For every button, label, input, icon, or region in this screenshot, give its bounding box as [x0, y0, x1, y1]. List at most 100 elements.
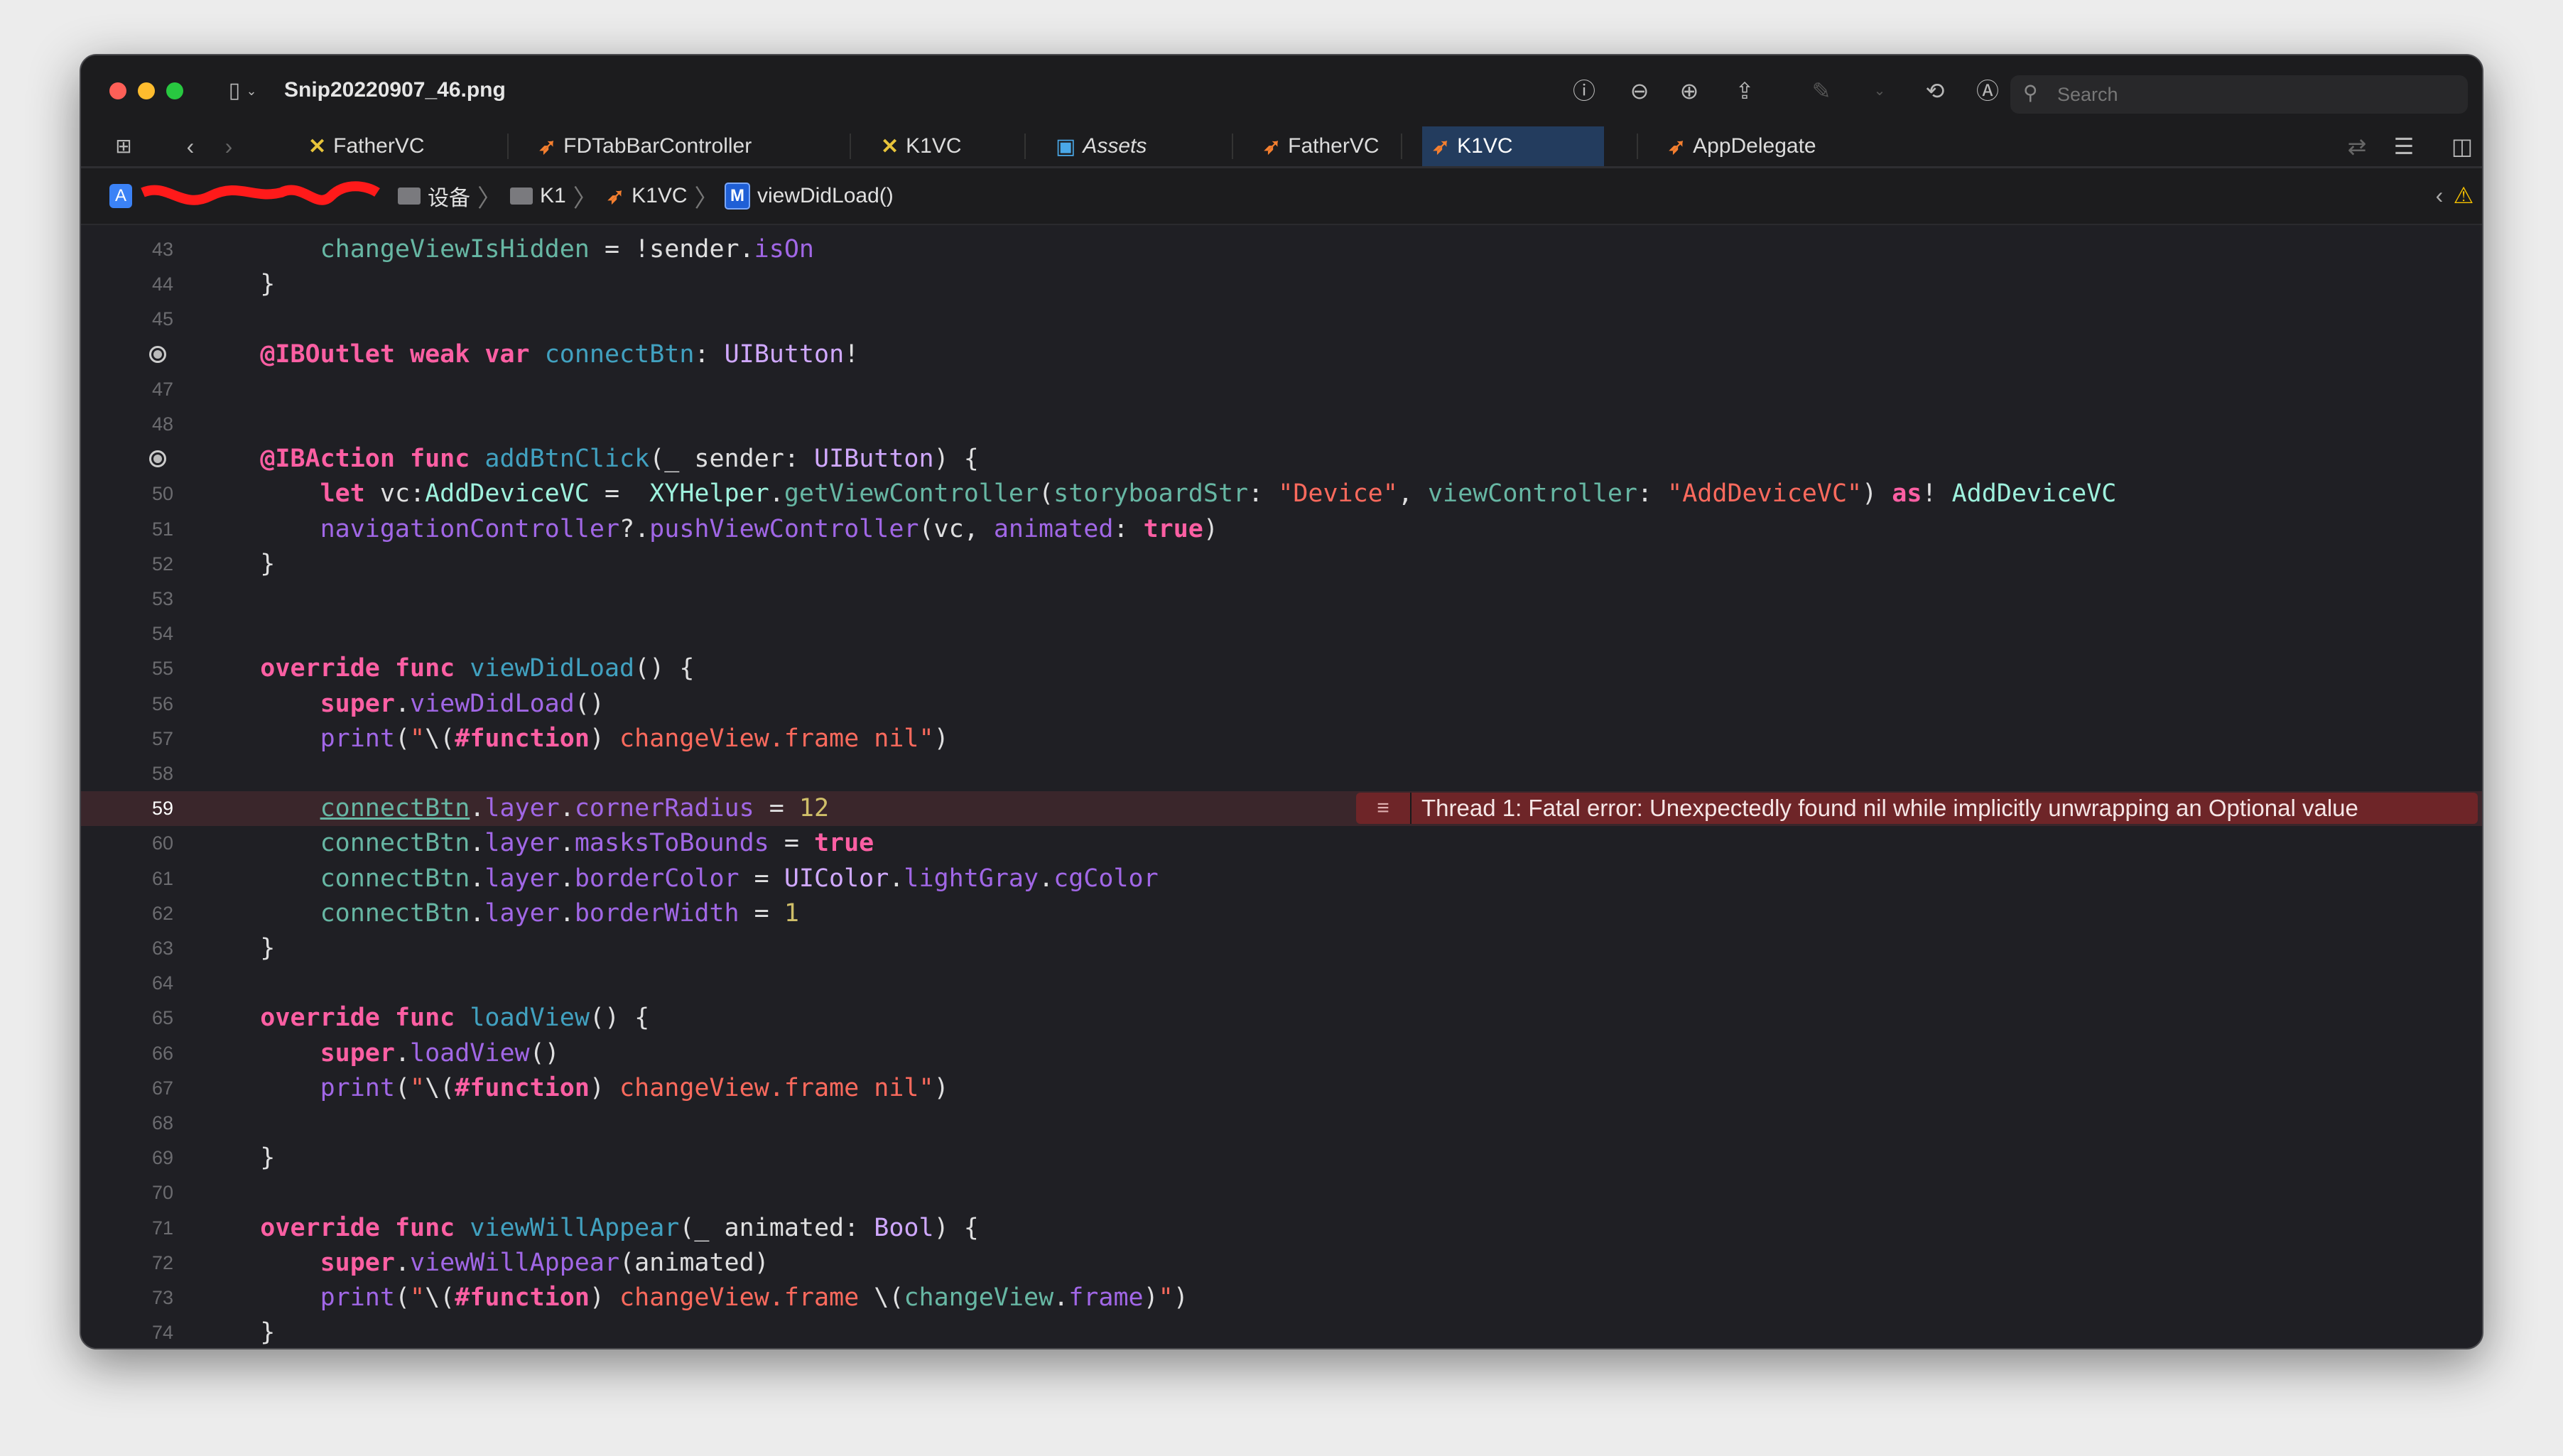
- tab-label: FDTabBarController: [563, 134, 752, 158]
- minimize-button[interactable]: [138, 82, 155, 99]
- line-number: 63: [151, 938, 173, 959]
- code-token: ": [1158, 1283, 1174, 1312]
- source-editor[interactable]: 43 changeViewIsHidden = !sender.isOn 44 }…: [81, 225, 2482, 1348]
- tab-assets[interactable]: ▣ Assets: [1046, 126, 1156, 166]
- code-token: loadView: [470, 1004, 590, 1033]
- code-text: }: [200, 267, 275, 302]
- code-token: .: [559, 829, 575, 858]
- code-text: connectBtn.layer.borderColor = UIColor.l…: [200, 862, 1159, 896]
- markup-chevron-icon[interactable]: ⌄: [1865, 77, 1894, 105]
- code-text: override func viewDidLoad() {: [200, 651, 694, 686]
- share-icon[interactable]: ⇪: [1730, 77, 1759, 105]
- add-editor-icon[interactable]: ◫: [2448, 132, 2476, 161]
- code-token: .: [769, 479, 784, 509]
- code-text: }: [200, 1315, 276, 1348]
- zoom-in-icon[interactable]: ⊕: [1675, 77, 1703, 105]
- code-text: print("\(#function) changeView.frame nil…: [200, 1071, 949, 1106]
- forward-icon[interactable]: ›: [215, 132, 243, 161]
- code-text: override func loadView() {: [200, 1001, 649, 1036]
- code-line: 43 changeViewIsHidden = !sender.isOn: [81, 232, 2482, 267]
- error-menu-icon[interactable]: ≡: [1356, 793, 1411, 825]
- swap-icon[interactable]: ⇄: [2343, 132, 2371, 161]
- chevron-right-icon: 〉: [694, 185, 719, 212]
- code-text: override func viewWillAppear(_ animated:…: [200, 1211, 979, 1246]
- code-token: AddDeviceVC: [425, 479, 590, 509]
- code-token: ) {: [933, 1213, 979, 1242]
- code-text: connectBtn.layer.borderWidth = 1: [200, 896, 799, 931]
- rotate-icon[interactable]: ⟲: [1921, 77, 1949, 105]
- tab-fathervc[interactable]: ➶ FatherVC: [1253, 126, 1389, 166]
- code-token: masksToBounds: [574, 829, 769, 858]
- code-token: ): [933, 724, 949, 753]
- chevron-down-icon[interactable]: ⌄: [244, 77, 259, 105]
- code-token: = !sender.: [589, 235, 754, 264]
- info-icon[interactable]: ⓘ: [1570, 77, 1598, 105]
- line-number: 71: [151, 1217, 173, 1239]
- code-token: borderColor: [574, 864, 739, 893]
- code-token: ): [1173, 1283, 1188, 1312]
- code-token: =: [589, 479, 650, 509]
- close-button[interactable]: [109, 82, 126, 99]
- markup-pen-icon[interactable]: ✎: [1807, 77, 1836, 105]
- code-token: .: [470, 864, 485, 893]
- outlet-connection-icon[interactable]: [149, 450, 166, 468]
- code-token: "Device": [1278, 479, 1398, 509]
- folder-icon: [510, 188, 533, 205]
- tab-fdtabbarcontroller[interactable]: ➶ FDTabBarController: [529, 126, 762, 166]
- code-token: navigationController: [320, 514, 620, 543]
- line-number: 50: [151, 483, 173, 505]
- title-bar: ▯ ⌄ Snip20220907_46.png ⓘ ⊖ ⊕ ⇪ ✎ ⌄ ⟲ Ⓐ …: [81, 55, 2482, 128]
- code-token: vc:: [364, 479, 426, 509]
- breadcrumb-item[interactable]: 设备〉: [398, 168, 502, 224]
- tab-k1vc[interactable]: ✕ K1VC: [871, 126, 972, 166]
- code-token: (_ sender:: [649, 445, 814, 474]
- breadcrumb-item[interactable]: K1 〉: [510, 168, 597, 224]
- search-placeholder: Search: [2057, 84, 2118, 105]
- jump-bar: A 设备〉 K1 〉 ➶ K1VC 〉 MviewDidLoad() ‹ ⚠: [81, 168, 2482, 225]
- breadcrumb-project-redacted[interactable]: A: [109, 168, 381, 224]
- breadcrumb-item[interactable]: MviewDidLoad(): [725, 168, 894, 224]
- tab-divider: [507, 134, 509, 159]
- tab-k1vc[interactable]: ➶ K1VC: [1422, 126, 1604, 166]
- zoom-out-icon[interactable]: ⊖: [1625, 77, 1654, 105]
- search-field[interactable]: ⚲ Search: [2010, 75, 2468, 114]
- related-items-icon[interactable]: ⊞: [109, 132, 138, 161]
- breadcrumb-item[interactable]: ➶ K1VC 〉: [607, 168, 719, 224]
- code-token: changeView: [904, 1283, 1054, 1312]
- code-token: storyboardStr: [1053, 479, 1249, 509]
- redaction-scribble: [141, 181, 380, 205]
- back-icon[interactable]: ‹: [176, 132, 205, 161]
- code-token: cgColor: [1053, 864, 1159, 893]
- code-token: \(: [425, 1073, 455, 1102]
- markup-icon[interactable]: Ⓐ: [1973, 77, 2002, 105]
- error-banner[interactable]: ≡ Thread 1: Fatal error: Unexpectedly fou…: [1356, 793, 2478, 825]
- code-line: @IBAction func addBtnClick(_ sender: UIB…: [81, 442, 2482, 477]
- code-line: 59 connectBtn.layer.cornerRadius = 12 ≡ Th…: [81, 791, 2482, 827]
- code-token: (: [394, 724, 411, 753]
- tab-fathervc[interactable]: ✕ FatherVC: [298, 126, 435, 166]
- outlet-connection-icon[interactable]: [149, 345, 166, 363]
- code-token: ): [589, 1283, 605, 1312]
- editor-options-icon[interactable]: ☰: [2390, 132, 2418, 161]
- code-token: }: [200, 1318, 276, 1347]
- warning-icon[interactable]: ⚠: [2449, 181, 2478, 210]
- zoom-button[interactable]: [166, 82, 183, 99]
- tab-appdelegate[interactable]: ➶ AppDelegate: [1658, 126, 1826, 166]
- code-text: }: [200, 1141, 275, 1175]
- line-number: 47: [151, 378, 173, 400]
- code-line: 45: [81, 302, 2482, 337]
- code-line: 53: [81, 582, 2482, 616]
- code-token: true: [1143, 514, 1203, 543]
- code-token: Bool: [874, 1213, 934, 1242]
- code-line: 72 super.viewWillAppear(animated): [81, 1246, 2482, 1281]
- line-number: 62: [151, 902, 173, 924]
